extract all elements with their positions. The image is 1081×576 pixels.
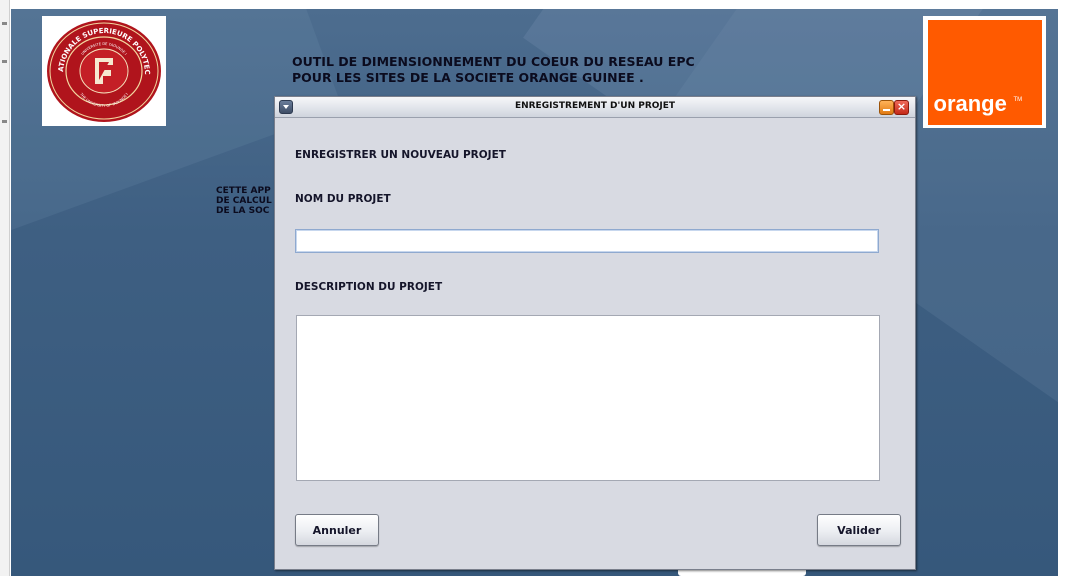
host-strip-marker xyxy=(2,120,7,123)
dialog-titlebar[interactable]: ENREGISTREMENT D'UN PROJET × xyxy=(275,97,915,118)
orange-logo: orange TM xyxy=(923,16,1046,128)
cancel-button[interactable]: Annuler xyxy=(295,514,379,546)
school-logo: ECOLE NATIONALE SUPERIEURE POLYTECHNIQUE… xyxy=(42,16,166,126)
school-seal-icon: ECOLE NATIONALE SUPERIEURE POLYTECHNIQUE… xyxy=(45,18,161,122)
orange-trademark: TM xyxy=(1013,96,1023,103)
app-title-line-1: OUTIL DE DIMENSIONNEMENT DU COEUR DU RES… xyxy=(292,54,695,69)
orange-brand-square: orange TM xyxy=(927,19,1042,125)
dialog-heading: ENREGISTRER UN NOUVEAU PROJET xyxy=(295,149,506,161)
host-window-left-strip xyxy=(0,0,10,576)
host-strip-marker xyxy=(2,22,7,25)
register-project-dialog: ENREGISTREMENT D'UN PROJET × ENREGISTRER… xyxy=(274,96,916,570)
project-name-input[interactable] xyxy=(295,229,879,253)
project-description-label: DESCRIPTION DU PROJET xyxy=(295,281,443,293)
minimize-icon[interactable] xyxy=(879,100,894,115)
dialog-title: ENREGISTREMENT D'UN PROJET xyxy=(514,101,676,111)
host-window-right-strip xyxy=(1058,0,1081,576)
host-strip-marker xyxy=(2,60,7,63)
close-icon[interactable]: × xyxy=(894,100,909,115)
app-title: OUTIL DE DIMENSIONNEMENT DU COEUR DU RES… xyxy=(292,54,695,86)
project-name-label: NOM DU PROJET xyxy=(295,193,391,205)
project-description-textarea[interactable] xyxy=(296,315,880,481)
app-title-line-2: POUR LES SITES DE LA SOCIETE ORANGE GUIN… xyxy=(292,70,644,85)
validate-button[interactable]: Valider xyxy=(817,514,901,546)
orange-wordmark: orange xyxy=(933,90,1007,116)
